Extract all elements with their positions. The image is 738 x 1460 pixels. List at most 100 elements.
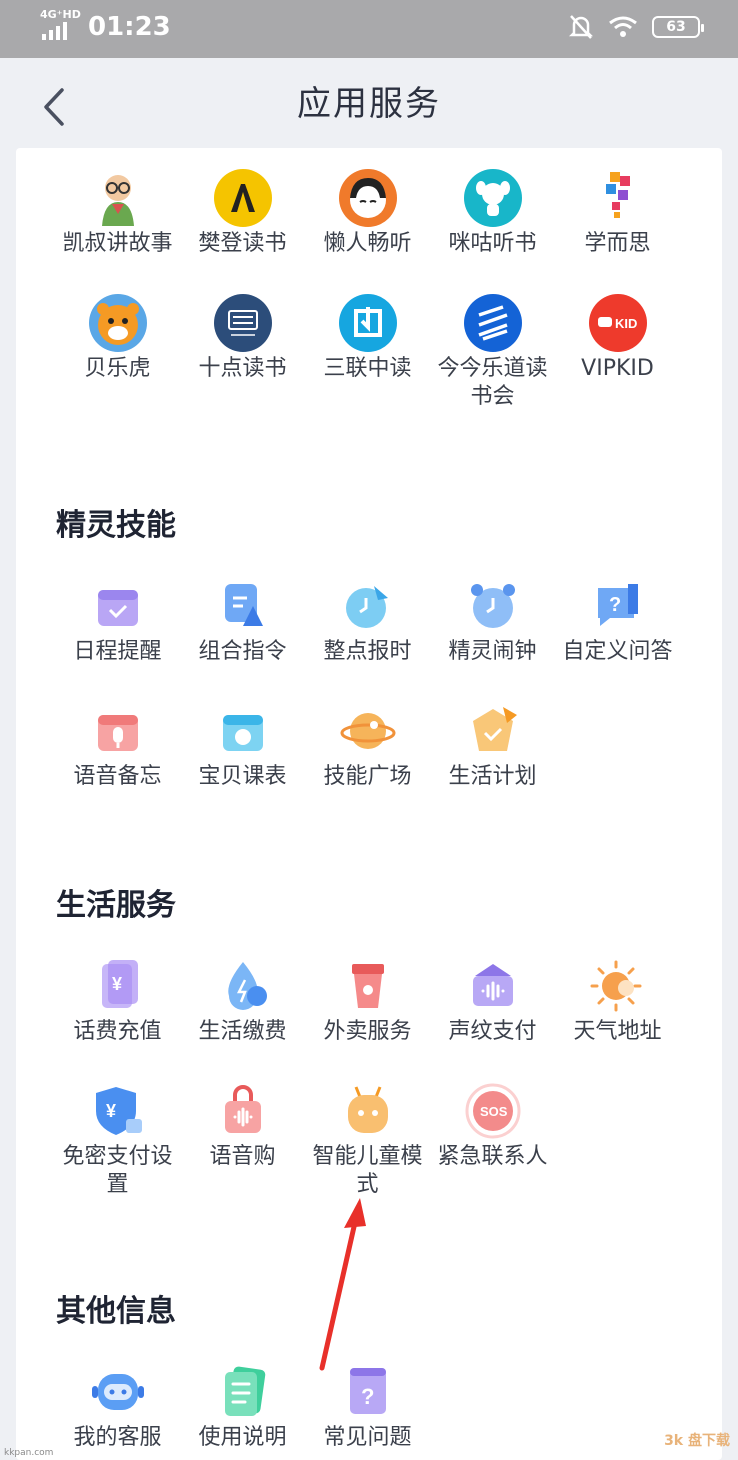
skill-label: 技能广场 [323,764,412,789]
jinjin-icon [463,294,522,352]
life-item-recharge[interactable]: ¥ 话费充值 [55,956,180,1046]
life-label: 语音购 [209,1144,276,1169]
status-bar: 4G⁺HD 01:23 63 [0,0,738,58]
utility-icon [227,962,267,1010]
life-label: 生活缴费 [198,1019,287,1044]
life-item-takeout[interactable]: 外卖服务 [305,956,430,1046]
skill-label: 组合指令 [198,639,287,664]
skill-label: 精灵闹钟 [448,639,537,664]
svg-text:¥: ¥ [112,974,122,994]
app-label: 贝乐虎 [84,356,151,381]
svg-text:?: ? [609,594,621,616]
life-item-shield-pay[interactable]: ¥ 免密支付设置 [55,1081,180,1199]
life-item-kid-robot[interactable]: 智能儿童模式 [305,1081,430,1199]
app-label: 凯叔讲故事 [62,231,173,256]
app-label: 三联中读 [323,356,412,381]
app-item-xueersi[interactable]: 学而思 [555,168,680,258]
app-label: 樊登读书 [198,231,287,256]
life-label: 声纹支付 [448,1019,537,1044]
app-item-jinjin[interactable]: 今今乐道读书会 [430,293,555,411]
app-item-vipkid[interactable]: KID VIPKID [555,293,680,383]
sos-icon: SOS [465,1083,520,1139]
skill-item-calendar[interactable]: 日程提醒 [55,576,180,666]
voiceprint-icon [472,964,513,1006]
clock-icon [345,586,388,628]
skill-item-schedule[interactable]: 宝贝课表 [180,701,305,791]
qa-icon: ? [597,584,638,626]
manual-icon [224,1366,265,1416]
skill-label: 自定义问答 [562,639,673,664]
calendar-icon [97,590,138,626]
app-label: 懒人畅听 [323,231,412,256]
life-item-voiceprint[interactable]: 声纹支付 [430,956,555,1046]
skill-item-clock[interactable]: 整点报时 [305,576,430,666]
shield-pay-icon: ¥ [95,1087,142,1135]
section-title-life: 生活服务 [56,888,176,923]
migu-icon [463,169,522,227]
alarm-icon [470,584,515,628]
svg-text:¥: ¥ [106,1101,116,1121]
skill-item-voice-memo[interactable]: 语音备忘 [55,701,180,791]
page-title: 应用服务 [297,84,441,124]
signal-icon [42,22,67,40]
life-label: 免密支付设置 [62,1144,173,1197]
life-item-sos[interactable]: SOS 紧急联系人 [430,1081,555,1171]
life-label: 天气地址 [573,1019,662,1044]
other-item-service[interactable]: 我的客服 [55,1362,180,1452]
planet-icon [340,713,395,749]
skill-label: 日程提醒 [73,639,162,664]
life-item-weather[interactable]: 天气地址 [555,956,680,1046]
kid-robot-icon [347,1086,388,1133]
svg-text:?: ? [361,1384,374,1409]
skill-item-alarm[interactable]: 精灵闹钟 [430,576,555,666]
life-item-utility[interactable]: 生活缴费 [180,956,305,1046]
section-title-other: 其他信息 [56,1294,176,1329]
skill-item-plan[interactable]: 生活计划 [430,701,555,791]
mute-bell-icon [568,15,594,39]
command-icon [224,584,263,626]
app-item-lanren[interactable]: 懒人畅听 [305,168,430,258]
battery-indicator: 63 [652,16,704,38]
other-label: 常见问题 [323,1425,412,1450]
app-label: 今今乐道读书会 [437,356,548,409]
life-label: 外卖服务 [323,1019,412,1044]
section-title-skills: 精灵技能 [56,508,176,543]
app-item-migu[interactable]: 咪咕听书 [430,168,555,258]
app-item-kaishu[interactable]: 凯叔讲故事 [55,168,180,258]
skill-item-qa[interactable]: ? 自定义问答 [555,576,680,666]
skill-label: 生活计划 [448,764,537,789]
app-label: 学而思 [584,231,651,256]
kaishu-icon [101,175,134,226]
red-arrow-annotation [319,1198,366,1371]
app-label: 咪咕听书 [448,231,537,256]
life-item-voice-shop[interactable]: 语音购 [180,1081,305,1171]
app-item-fandeng[interactable]: 樊登读书 [180,168,305,258]
app-item-shidian[interactable]: 十点读书 [180,293,305,383]
fandeng-icon [213,169,272,227]
life-label: 话费充值 [73,1019,162,1044]
voice-memo-icon [97,715,138,751]
schedule-icon [222,715,263,751]
watermark-right: 3k 盘下载 [664,1433,730,1449]
recharge-icon: ¥ [101,960,138,1008]
skill-label: 宝贝课表 [198,764,287,789]
app-item-beilehu[interactable]: 贝乐虎 [55,293,180,383]
xueersi-icon [605,172,630,218]
app-label: VIPKID [581,356,654,381]
header: 应用服务 [0,58,738,148]
skill-label: 语音备忘 [73,764,162,789]
app-label: 十点读书 [198,356,287,381]
app-item-sanlian[interactable]: 三联中读 [305,293,430,383]
clock-time: 01:23 [88,12,171,42]
wifi-icon [609,16,637,37]
lanren-icon [338,169,397,227]
other-item-manual[interactable]: 使用说明 [180,1362,305,1452]
skill-item-planet[interactable]: 技能广场 [305,701,430,791]
beilehu-icon [88,294,147,352]
voice-shop-icon [224,1085,261,1133]
skill-item-command[interactable]: 组合指令 [180,576,305,666]
svg-text:SOS: SOS [480,1104,508,1119]
takeout-icon [351,964,384,1008]
plan-icon [472,707,517,751]
watermark-left: kkpan.com [4,1448,54,1458]
